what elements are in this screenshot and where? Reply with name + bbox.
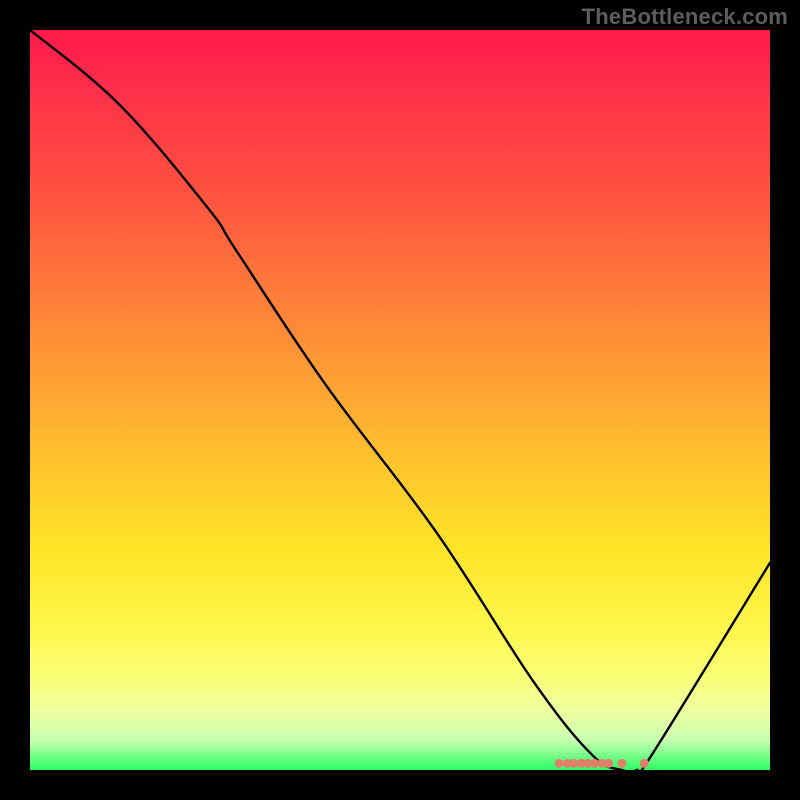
- highlight-dot: [640, 759, 649, 768]
- chart-frame: TheBottleneck.com: [0, 0, 800, 800]
- watermark-text: TheBottleneck.com: [582, 4, 788, 30]
- chart-svg: [30, 30, 770, 770]
- highlight-dot: [604, 759, 613, 768]
- highlight-dot: [555, 759, 564, 768]
- plot-area: [30, 30, 770, 770]
- bottleneck-curve: [30, 30, 770, 770]
- highlight-dots: [555, 759, 649, 768]
- highlight-dot: [618, 759, 627, 768]
